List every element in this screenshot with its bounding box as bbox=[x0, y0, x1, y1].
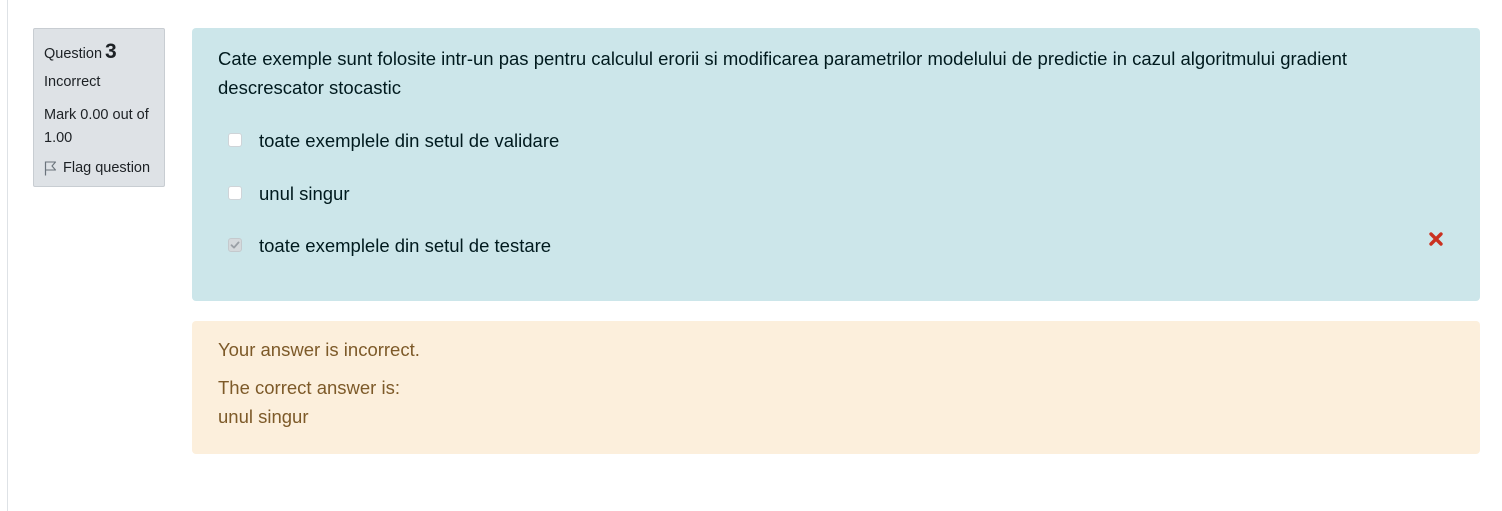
question-number: Question 3 bbox=[44, 39, 155, 67]
answer-label-3[interactable]: toate exemplele din setul de testare bbox=[259, 235, 551, 257]
correct-answer-prefix: The correct answer is: bbox=[218, 377, 400, 398]
answer-options: toate exemplele din setul de validare un… bbox=[218, 130, 1454, 288]
question-feedback: Your answer is incorrect. The correct an… bbox=[192, 321, 1480, 454]
flag-question-label: Flag question bbox=[63, 160, 151, 176]
quiz-review-page: Question 3 Incorrect Mark 0.00 out of 1.0… bbox=[0, 0, 1502, 511]
question-number-value: 3 bbox=[105, 40, 117, 63]
left-divider bbox=[7, 0, 8, 511]
question-label: Question bbox=[44, 46, 103, 62]
question-text: Cate exemple sunt folosite intr-un pas p… bbox=[218, 48, 1348, 98]
question-info-panel: Question 3 Incorrect Mark 0.00 out of 1.0… bbox=[33, 28, 165, 187]
answer-option-3[interactable]: toate exemplele din setul de testare bbox=[218, 232, 1454, 288]
answer-label-1[interactable]: toate exemplele din setul de validare bbox=[259, 130, 559, 152]
answer-checkbox-3[interactable] bbox=[228, 238, 242, 252]
correct-answer-text: unul singur bbox=[218, 406, 309, 427]
answer-checkbox-2[interactable] bbox=[228, 185, 242, 200]
correct-answer-block: The correct answer is: unul singur bbox=[218, 373, 1454, 431]
question-grade: Mark 0.00 out of 1.00 bbox=[44, 107, 149, 146]
flag-icon bbox=[44, 160, 57, 175]
question-formulation: Cate exemple sunt folosite intr-un pas p… bbox=[192, 28, 1480, 301]
question-state: Incorrect bbox=[44, 74, 101, 90]
answer-option-2[interactable]: unul singur bbox=[218, 183, 1454, 236]
answer-checkbox-1[interactable] bbox=[228, 133, 242, 147]
checkmark-icon bbox=[230, 241, 240, 249]
general-feedback: Your answer is incorrect. bbox=[218, 339, 420, 360]
incorrect-x-icon bbox=[1428, 231, 1444, 252]
answer-option-1[interactable]: toate exemplele din setul de validare bbox=[218, 130, 1454, 183]
answer-label-2[interactable]: unul singur bbox=[259, 183, 350, 205]
flag-question-button[interactable]: Flag question bbox=[44, 158, 155, 178]
